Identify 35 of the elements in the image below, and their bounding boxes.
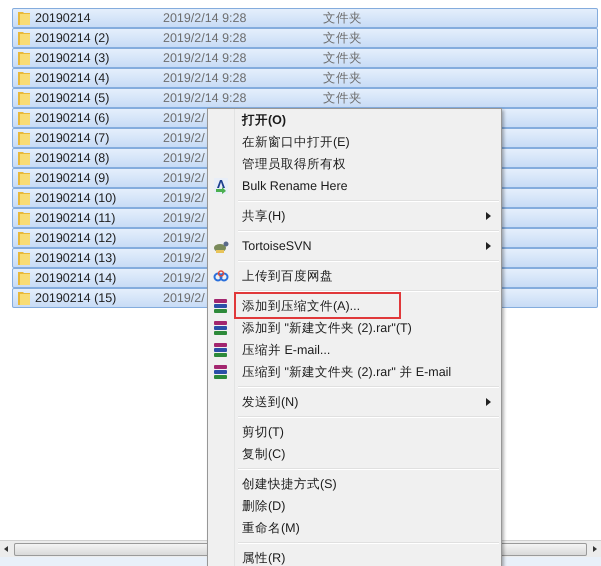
modified-date: 2019/2/ [163,190,205,205]
file-type: 文件夹 [323,90,362,107]
modified-date: 2019/2/14 9:28 [163,70,246,85]
file-name: 20190214 (13) [35,250,116,265]
file-name: 20190214 (12) [35,230,116,245]
file-name: 20190214 (9) [35,170,110,185]
file-name: 20190214 (6) [35,110,110,125]
modified-date: 2019/2/14 9:28 [163,10,246,25]
file-name: 20190214 [35,10,91,25]
file-name: 20190214 (3) [35,50,110,65]
modified-date: 2019/2/ [163,130,205,145]
file-name: 20190214 (7) [35,130,110,145]
modified-date: 2019/2/14 9:28 [163,30,246,45]
modified-date: 2019/2/ [163,270,205,285]
modified-date: 2019/2/14 9:28 [163,90,246,105]
modified-date: 2019/2/ [163,150,205,165]
file-type: 文件夹 [323,70,362,87]
file-name: 20190214 (2) [35,30,110,45]
file-name: 20190214 (15) [35,290,116,305]
modified-date: 2019/2/14 9:28 [163,50,246,65]
file-name: 20190214 (11) [35,210,116,225]
modified-date: 2019/2/ [163,250,205,265]
modified-date: 2019/2/ [163,230,205,245]
file-name: 20190214 (14) [35,270,116,285]
file-type: 文件夹 [323,50,362,67]
modified-date: 2019/2/ [163,210,205,225]
modified-date: 2019/2/ [163,170,205,185]
file-type: 文件夹 [323,30,362,47]
modified-date: 2019/2/ [163,290,205,305]
file-name: 20190214 (5) [35,90,110,105]
file-name: 20190214 (10) [35,190,116,205]
modified-date: 2019/2/ [163,110,205,125]
file-type: 文件夹 [323,10,362,27]
file-name: 20190214 (8) [35,150,110,165]
file-name: 20190214 (4) [35,70,110,85]
